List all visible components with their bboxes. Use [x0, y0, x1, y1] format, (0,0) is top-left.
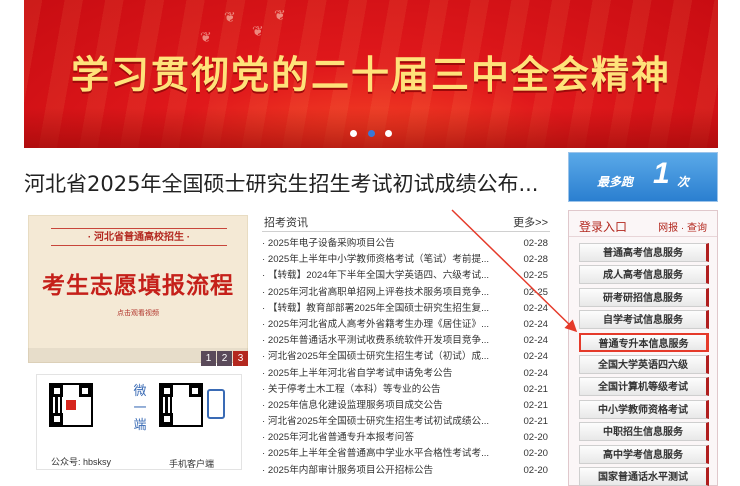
news-item-date: 02-24 — [523, 318, 548, 330]
headline-news[interactable]: 河北省2025年全国硕士研究生招生考试初试成绩公布... — [24, 168, 538, 198]
wechat-label: 公众号: hbsksy — [51, 457, 112, 467]
news-item-title[interactable]: · 【转载】2024年下半年全国大学英语四、六级考试... — [262, 268, 508, 284]
hero-banner[interactable]: ❦ ❦ ❦ ❦ 学习贯彻党的二十届三中全会精神 — [24, 0, 718, 148]
app-qr-code — [159, 383, 203, 427]
news-item[interactable]: · 【转载】2024年下半年全国大学英语四、六级考试... 02-25 — [262, 268, 550, 284]
news-item-date: 02-20 — [523, 432, 548, 444]
news-list: · 2025年电子设备采购项目公告 02-28 · 2025年上半年中小学教师资格考… — [262, 236, 550, 479]
news-item-date: 02-21 — [523, 416, 548, 428]
news-item-title[interactable]: · 2025年上半年河北省自学考试申请免考公告 — [262, 366, 508, 382]
vertical-char: 微 — [133, 384, 147, 399]
news-item-date: 02-28 — [523, 254, 548, 266]
news-item-date: 02-24 — [523, 367, 548, 379]
wechat-logo-icon — [65, 399, 77, 411]
news-item-date: 02-20 — [523, 464, 548, 476]
service-button[interactable]: 国家普通话水平测试 — [579, 467, 709, 486]
pager-page-active[interactable]: 3 — [233, 351, 248, 366]
service-button[interactable]: 中职招生信息服务 — [579, 422, 709, 442]
news-item-title[interactable]: · 2025年河北省高职单招网上评卷技术服务项目竞争... — [262, 285, 508, 301]
promo-pager: 123 — [28, 348, 248, 366]
news-item[interactable]: · 2025年上半年河北省自学考试申请免考公告 02-24 — [262, 366, 550, 382]
news-item-date: 02-24 — [523, 335, 548, 347]
service-button[interactable]: 全国大学英语四六级 — [579, 355, 709, 374]
news-item-date: 02-28 — [523, 238, 548, 249]
news-item[interactable]: · 2025年河北省高职单招网上评卷技术服务项目竞争... 02-25 — [262, 285, 550, 301]
news-item-title[interactable]: · 2025年上半年全省普通高中学业水平合格性考试考... — [262, 446, 508, 462]
news-item[interactable]: · 2025年信息化建设监理服务项目成交公告 02-21 — [262, 398, 550, 414]
service-button[interactable]: 普通专升本信息服务 — [579, 332, 709, 352]
news-item[interactable]: · 河北省2025年全国硕士研究生招生考试初试成绩公... 02-21 — [262, 414, 550, 430]
carousel-dots — [24, 124, 718, 142]
vertical-caption: 微 一 端 — [133, 383, 147, 434]
carousel-dot-active[interactable] — [367, 130, 375, 137]
news-header: 招考资讯 更多>> — [262, 212, 550, 232]
news-item-date: 02-24 — [523, 302, 548, 314]
news-item-title[interactable]: · 关于停考土木工程（本科）等专业的公告 — [262, 382, 508, 398]
news-item-title[interactable]: · 河北省2025年全国硕士研究生招生考试初试成绩公... — [262, 414, 508, 430]
ad-text-right: 次 — [677, 175, 690, 189]
entry-links[interactable]: 网报 · 查询 — [658, 219, 707, 234]
dove-icon: ❦ — [252, 24, 264, 40]
news-item-date: 02-20 — [523, 448, 548, 460]
news-item[interactable]: · 2025年上半年全省普通高中学业水平合格性考试考... 02-20 — [262, 446, 550, 462]
pager-page[interactable]: 2 — [217, 351, 232, 366]
news-more-link[interactable]: 更多>> — [513, 214, 548, 230]
service-button[interactable]: 全国计算机等级考试 — [579, 377, 709, 397]
news-item[interactable]: · 2025年上半年中小学教师资格考试（笔试）考前提... 02-28 — [262, 252, 550, 268]
pager-page[interactable]: 1 — [201, 351, 216, 366]
vertical-char: 端 — [133, 418, 147, 433]
news-item-title[interactable]: · 2025年内部审计服务项目公开招标公告 — [262, 463, 508, 479]
service-button[interactable]: 中小学教师资格考试 — [579, 399, 709, 419]
promo-tag: · 河北省普通高校招生 · — [51, 228, 227, 246]
service-button[interactable]: 研考研招信息服务 — [579, 287, 709, 307]
news-item-date: 02-25 — [523, 286, 548, 298]
carousel-dot[interactable] — [350, 130, 358, 137]
news-item-title[interactable]: · 2025年河北省成人高考外省籍考生办理《居住证》... — [262, 317, 508, 333]
service-button[interactable]: 成人高考信息服务 — [579, 265, 709, 285]
news-item-title[interactable]: · 2025年河北省普通专升本报考问答 — [262, 430, 508, 446]
news-item-title[interactable]: · 2025年电子设备采购项目公告 — [262, 236, 508, 252]
entry-title: 登录入口 — [579, 220, 628, 234]
carousel-dot[interactable] — [384, 130, 392, 137]
news-item[interactable]: · 关于停考土木工程（本科）等专业的公告 02-21 — [262, 382, 550, 398]
dove-icon: ❦ — [274, 8, 286, 24]
service-button[interactable]: 自学考试信息服务 — [579, 310, 709, 330]
dove-icon: ❦ — [224, 10, 236, 26]
news-item-title[interactable]: · 2025年上半年中小学教师资格考试（笔试）考前提... — [262, 252, 508, 268]
news-item-title[interactable]: · 2025年信息化建设监理服务项目成交公告 — [262, 398, 508, 414]
banner-slogan: 学习贯彻党的二十届三中全会精神 — [70, 53, 671, 97]
news-item[interactable]: · 2025年电子设备采购项目公告 02-28 — [262, 236, 550, 252]
ad-text-left: 最多跑 — [597, 175, 634, 189]
qr-block: 公众号: hbsksy 微 一 端 手机客户端 — [36, 374, 242, 470]
service-button[interactable]: 高中学考信息服务 — [579, 444, 709, 464]
news-item[interactable]: · 【转载】教育部部署2025年全国硕士研究生招生复... 02-24 — [262, 301, 550, 317]
login-entry-panel: 登录入口 网报 · 查询 普通高考信息服务 成人高考信息服务 研考研招信息服务 自学考… — [568, 210, 718, 486]
news-item[interactable]: · 河北省2025年全国硕士研究生招生考试（初试）成... 02-24 — [262, 349, 550, 365]
news-item-date: 02-25 — [523, 270, 548, 282]
news-item-title[interactable]: · 河北省2025年全国硕士研究生招生考试（初试）成... — [262, 349, 508, 365]
wechat-qr-code — [49, 383, 93, 427]
vertical-char: 一 — [133, 401, 147, 416]
promo-title: 考生志愿填报流程 — [42, 273, 234, 299]
ad-number: 1 — [653, 157, 670, 190]
news-item[interactable]: · 2025年河北省成人高考外省籍考生办理《居住证》... 02-24 — [262, 317, 550, 333]
news-item[interactable]: · 2025年河北省普通专升本报考问答 02-20 — [262, 430, 550, 446]
zuiduo-paoyici-ad[interactable]: 最多跑 1 次 — [568, 152, 718, 202]
entry-header: 登录入口 网报 · 查询 — [569, 211, 717, 237]
news-item-date: 02-24 — [523, 351, 548, 363]
service-button[interactable]: 普通高考信息服务 — [579, 243, 709, 262]
news-item-title[interactable]: · 【转载】教育部部署2025年全国硕士研究生招生复... — [262, 301, 508, 317]
news-item-date: 02-21 — [523, 399, 548, 411]
news-item[interactable]: · 2025年普通话水平测试收费系统软件开发项目竞争... 02-24 — [262, 333, 550, 349]
promo-slide[interactable]: · 河北省普通高校招生 · 考生志愿填报流程 点击观看视频 — [28, 215, 248, 363]
news-item-title[interactable]: · 2025年普通话水平测试收费系统软件开发项目竞争... — [262, 333, 508, 349]
app-label: 手机客户端 — [169, 459, 215, 469]
news-item[interactable]: · 2025年内部审计服务项目公开招标公告 02-20 — [262, 463, 550, 479]
news-section-title[interactable]: 招考资讯 — [264, 214, 308, 230]
news-item-date: 02-21 — [523, 383, 548, 395]
phone-icon — [207, 389, 225, 419]
promo-subtitle: 点击观看视频 — [117, 310, 159, 317]
